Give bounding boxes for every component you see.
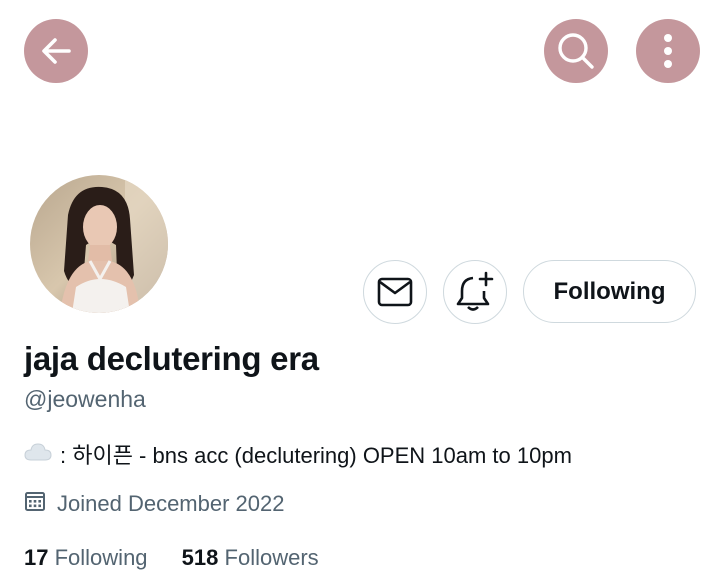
avatar[interactable] xyxy=(30,175,168,313)
bio-text: : 하이픈 - bns acc (declutering) OPEN 10am … xyxy=(60,443,572,468)
following-button[interactable]: Following xyxy=(523,260,696,323)
cloud-icon xyxy=(24,441,52,467)
following-button-label: Following xyxy=(553,277,666,305)
handle: @jeowenha xyxy=(24,386,146,412)
followers-stat-link[interactable]: 518 Followers xyxy=(182,545,319,571)
joined-date: Joined December 2022 xyxy=(24,490,284,518)
followers-label: Followers xyxy=(224,545,319,570)
message-button[interactable] xyxy=(363,260,427,324)
display-name: jaja declutering era xyxy=(24,340,319,377)
followers-count: 518 xyxy=(181,545,219,570)
more-vertical-icon xyxy=(664,34,672,68)
following-count: 17 xyxy=(24,545,49,570)
arrow-left-icon xyxy=(42,38,71,64)
envelope-icon xyxy=(377,277,413,307)
joined-text: Joined December 2022 xyxy=(57,491,285,516)
notifications-button[interactable] xyxy=(443,260,507,324)
calendar-icon xyxy=(24,490,46,518)
search-button[interactable] xyxy=(544,19,608,83)
back-button[interactable] xyxy=(24,19,88,83)
search-icon xyxy=(558,33,594,69)
bio: : 하이픈 - bns acc (declutering) OPEN 10am … xyxy=(24,438,572,470)
bell-plus-icon xyxy=(456,271,494,311)
more-options-button[interactable] xyxy=(636,19,700,83)
profile-stats: 17 Following 518 Followers xyxy=(24,545,319,571)
following-label: Following xyxy=(54,545,148,570)
following-stat-link[interactable]: 17 Following xyxy=(24,545,148,571)
